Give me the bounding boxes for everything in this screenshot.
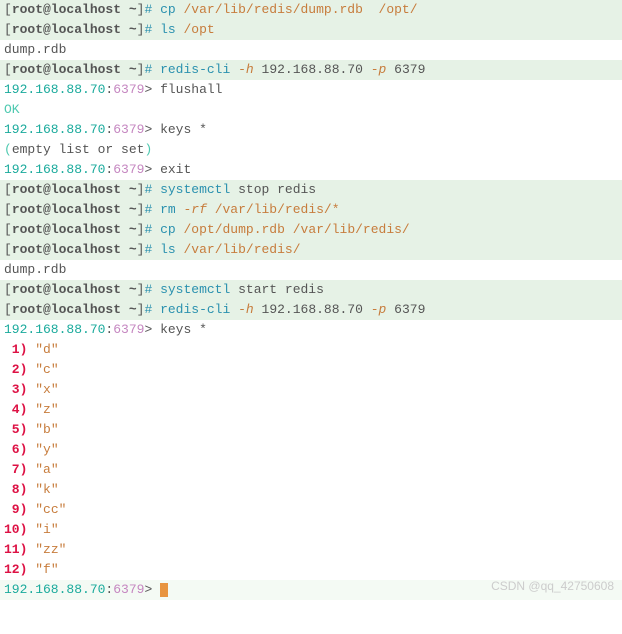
result-row: 3) "x": [0, 380, 622, 400]
result-value: "f": [35, 562, 58, 577]
ok-status: OK: [4, 102, 20, 117]
redis-command: keys *: [160, 322, 207, 337]
redis-prompt-line: 192.168.88.70:6379> keys *: [0, 120, 622, 140]
result-row: 11) "zz": [0, 540, 622, 560]
terminal-line: [root@localhost ~]# redis-cli -h 192.168…: [0, 60, 622, 80]
result-index: 12: [4, 562, 20, 577]
redis-port: 6379: [113, 82, 144, 97]
result-row: 5) "b": [0, 420, 622, 440]
redis-ip: 192.168.88.70: [4, 82, 105, 97]
result-index: 8: [4, 482, 20, 497]
result-value: "y": [35, 442, 58, 457]
result-row: 4) "z": [0, 400, 622, 420]
result-index: 6: [4, 442, 20, 457]
port-arg: 6379: [394, 62, 425, 77]
result-row: 10) "i": [0, 520, 622, 540]
redis-command: keys *: [160, 122, 207, 137]
result-value: "zz": [35, 542, 66, 557]
result-index: 9: [4, 502, 20, 517]
prompt-text: root@localhost ~: [12, 2, 137, 17]
bracket-open: [: [4, 2, 12, 17]
command: redis-cli: [160, 302, 230, 317]
result-row: 1) "d": [0, 340, 622, 360]
terminal-line: [root@localhost ~]# cp /var/lib/redis/du…: [0, 0, 622, 20]
path-arg: /var/lib/redis/dump.rdb: [183, 2, 362, 17]
result-value: "b": [35, 422, 58, 437]
result-index: 2: [4, 362, 20, 377]
terminal-line: [root@localhost ~]# redis-cli -h 192.168…: [0, 300, 622, 320]
result-index: 10: [4, 522, 20, 537]
path-arg: /opt: [183, 22, 214, 37]
terminal-line: [root@localhost ~]# systemctl start redi…: [0, 280, 622, 300]
command: redis-cli: [160, 62, 230, 77]
result-row: 8) "k": [0, 480, 622, 500]
flag: -rf: [183, 202, 206, 217]
flag: -h: [238, 62, 254, 77]
redis-command: flushall: [160, 82, 222, 97]
redis-prompt-line: 192.168.88.70:6379> flushall: [0, 80, 622, 100]
command: ls: [160, 22, 176, 37]
result-value: "k": [35, 482, 58, 497]
result-value: "x": [35, 382, 58, 397]
command: ls: [160, 242, 176, 257]
result-value: "c": [35, 362, 58, 377]
result-index: 4: [4, 402, 20, 417]
result-index: 7: [4, 462, 20, 477]
command: cp: [160, 222, 176, 237]
path-arg: /opt/dump.rdb: [183, 222, 284, 237]
redis-command: exit: [160, 162, 191, 177]
redis-prompt-line: 192.168.88.70:6379> keys *: [0, 320, 622, 340]
ip-arg: 192.168.88.70: [262, 62, 363, 77]
flag: -p: [371, 62, 387, 77]
result-value: "cc": [35, 502, 66, 517]
output-line: dump.rdb: [0, 260, 622, 280]
redis-prompt-line: 192.168.88.70:6379> exit: [0, 160, 622, 180]
result-index: 5: [4, 422, 20, 437]
result-row: 6) "y": [0, 440, 622, 460]
terminal-line: [root@localhost ~]# rm -rf /var/lib/redi…: [0, 200, 622, 220]
result-row: 7) "a": [0, 460, 622, 480]
result-index: 1: [4, 342, 20, 357]
path-arg: /var/lib/redis/: [293, 222, 410, 237]
results-list: 1) "d" 2) "c" 3) "x" 4) "z" 5) "b" 6) "y…: [0, 340, 622, 580]
command: systemctl: [160, 282, 230, 297]
flag: -p: [371, 302, 387, 317]
path-arg: /var/lib/redis/*: [215, 202, 340, 217]
command: systemctl: [160, 182, 230, 197]
result-row: 9) "cc": [0, 500, 622, 520]
result-value: "a": [35, 462, 58, 477]
output-line: (empty list or set): [0, 140, 622, 160]
terminal-line: [root@localhost ~]# cp /opt/dump.rdb /va…: [0, 220, 622, 240]
terminal-line: [root@localhost ~]# systemctl stop redis: [0, 180, 622, 200]
terminal-line: [root@localhost ~]# ls /opt: [0, 20, 622, 40]
path-arg: /opt/: [379, 2, 418, 17]
prompt-hash: #: [144, 2, 160, 17]
result-value: "d": [35, 342, 58, 357]
command: cp: [160, 2, 176, 17]
terminal-line: [root@localhost ~]# ls /var/lib/redis/: [0, 240, 622, 260]
output-line: dump.rdb: [0, 40, 622, 60]
command: rm: [160, 202, 176, 217]
paren-close: ): [144, 142, 152, 157]
cursor-icon: [160, 583, 168, 597]
paren-open: (: [4, 142, 12, 157]
result-value: "z": [35, 402, 58, 417]
flag: -h: [238, 302, 254, 317]
result-value: "i": [35, 522, 58, 537]
watermark-text: CSDN @qq_42750608: [491, 576, 614, 596]
result-row: 2) "c": [0, 360, 622, 380]
path-arg: /var/lib/redis/: [183, 242, 300, 257]
result-index: 3: [4, 382, 20, 397]
output-line: OK: [0, 100, 622, 120]
result-index: 11: [4, 542, 20, 557]
